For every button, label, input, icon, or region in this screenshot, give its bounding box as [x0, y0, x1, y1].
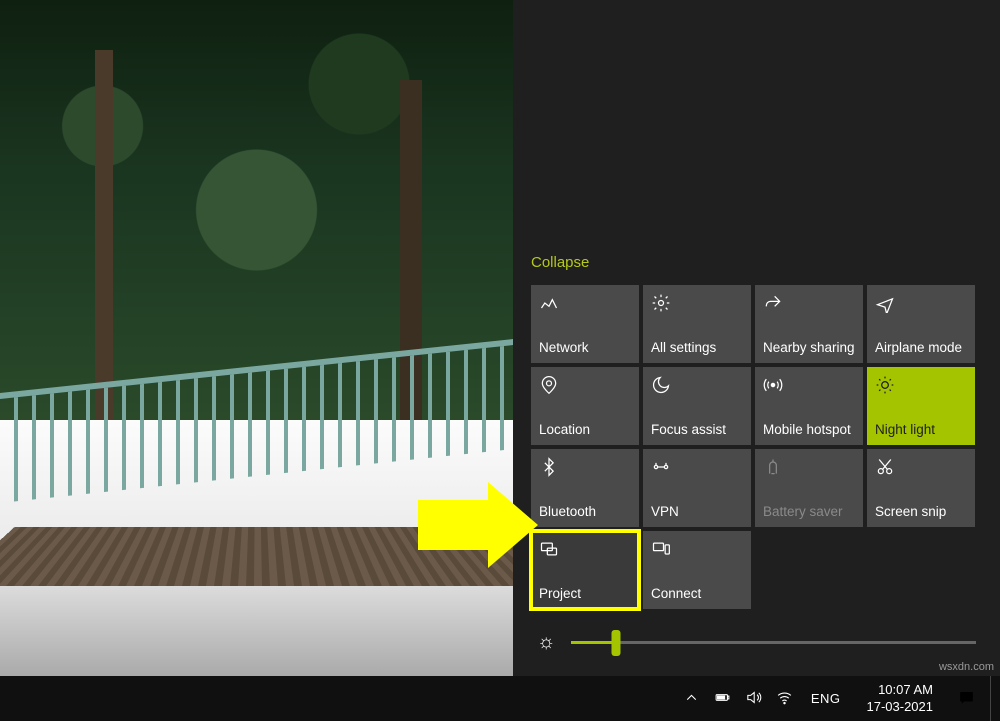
- tray-battery-icon[interactable]: [714, 689, 731, 709]
- vpn-icon: [651, 457, 743, 479]
- brightness-slider[interactable]: [571, 641, 976, 644]
- tile-label: Nearby sharing: [763, 340, 855, 355]
- brightness-icon: ☼: [537, 631, 555, 654]
- hotspot-icon: [763, 375, 855, 397]
- clock-time: 10:07 AM: [867, 682, 934, 698]
- sun-icon: [875, 375, 967, 397]
- tile-focus-assist[interactable]: Focus assist: [643, 367, 751, 445]
- tile-label: VPN: [651, 504, 743, 519]
- tile-label: Bluetooth: [539, 504, 631, 519]
- quick-action-tiles: Network All settings Nearby sharing Airp…: [531, 285, 982, 609]
- tile-network[interactable]: Network: [531, 285, 639, 363]
- location-icon: [539, 375, 631, 397]
- taskbar: ENG 10:07 AM 17-03-2021: [0, 676, 1000, 721]
- tile-label: All settings: [651, 340, 743, 355]
- desktop-wallpaper: [0, 0, 513, 676]
- tile-screen-snip[interactable]: Screen snip: [867, 449, 975, 527]
- show-desktop-button[interactable]: [990, 676, 1000, 721]
- tile-label: Mobile hotspot: [763, 422, 855, 437]
- tile-night-light[interactable]: Night light: [867, 367, 975, 445]
- tray-wifi-icon[interactable]: [776, 689, 793, 709]
- tile-location[interactable]: Location: [531, 367, 639, 445]
- annotation-arrow: [418, 482, 538, 568]
- collapse-link[interactable]: Collapse: [531, 246, 589, 285]
- tile-battery-saver: Battery saver: [755, 449, 863, 527]
- tile-bluetooth[interactable]: Bluetooth: [531, 449, 639, 527]
- battery-icon: [763, 457, 855, 479]
- tile-label: Project: [539, 586, 631, 601]
- tile-vpn[interactable]: VPN: [643, 449, 751, 527]
- tile-label: Connect: [651, 586, 743, 601]
- tile-connect[interactable]: Connect: [643, 531, 751, 609]
- clock-date: 17-03-2021: [867, 699, 934, 715]
- tray-volume-icon[interactable]: [745, 689, 762, 709]
- tile-mobile-hotspot[interactable]: Mobile hotspot: [755, 367, 863, 445]
- tile-label: Airplane mode: [875, 340, 967, 355]
- tray-chevron-up-icon[interactable]: [683, 689, 700, 709]
- snip-icon: [875, 457, 967, 479]
- tile-label: Night light: [875, 422, 967, 437]
- watermark: wsxdn.com: [939, 661, 994, 673]
- share-icon: [763, 293, 855, 315]
- tile-airplane-mode[interactable]: Airplane mode: [867, 285, 975, 363]
- tile-label: Screen snip: [875, 504, 967, 519]
- moon-icon: [651, 375, 743, 397]
- project-icon: [539, 539, 631, 561]
- tile-project[interactable]: Project: [531, 531, 639, 609]
- tile-label: Battery saver: [763, 504, 855, 519]
- brightness-slider-row: ☼: [531, 631, 982, 654]
- language-indicator[interactable]: ENG: [807, 691, 845, 706]
- action-center-panel: Collapse Network All settings Nearby sha…: [513, 0, 1000, 676]
- tile-label: Network: [539, 340, 631, 355]
- tile-label: Focus assist: [651, 422, 743, 437]
- bluetooth-icon: [539, 457, 631, 479]
- tile-label: Location: [539, 422, 631, 437]
- system-tray: ENG: [671, 689, 857, 709]
- network-icon: [539, 293, 631, 315]
- gear-icon: [651, 293, 743, 315]
- airplane-icon: [875, 293, 967, 315]
- taskbar-clock[interactable]: 10:07 AM 17-03-2021: [857, 682, 944, 715]
- connect-icon: [651, 539, 743, 561]
- tile-nearby-sharing[interactable]: Nearby sharing: [755, 285, 863, 363]
- tile-all-settings[interactable]: All settings: [643, 285, 751, 363]
- action-center-button[interactable]: [943, 688, 990, 710]
- brightness-slider-thumb[interactable]: [611, 630, 620, 656]
